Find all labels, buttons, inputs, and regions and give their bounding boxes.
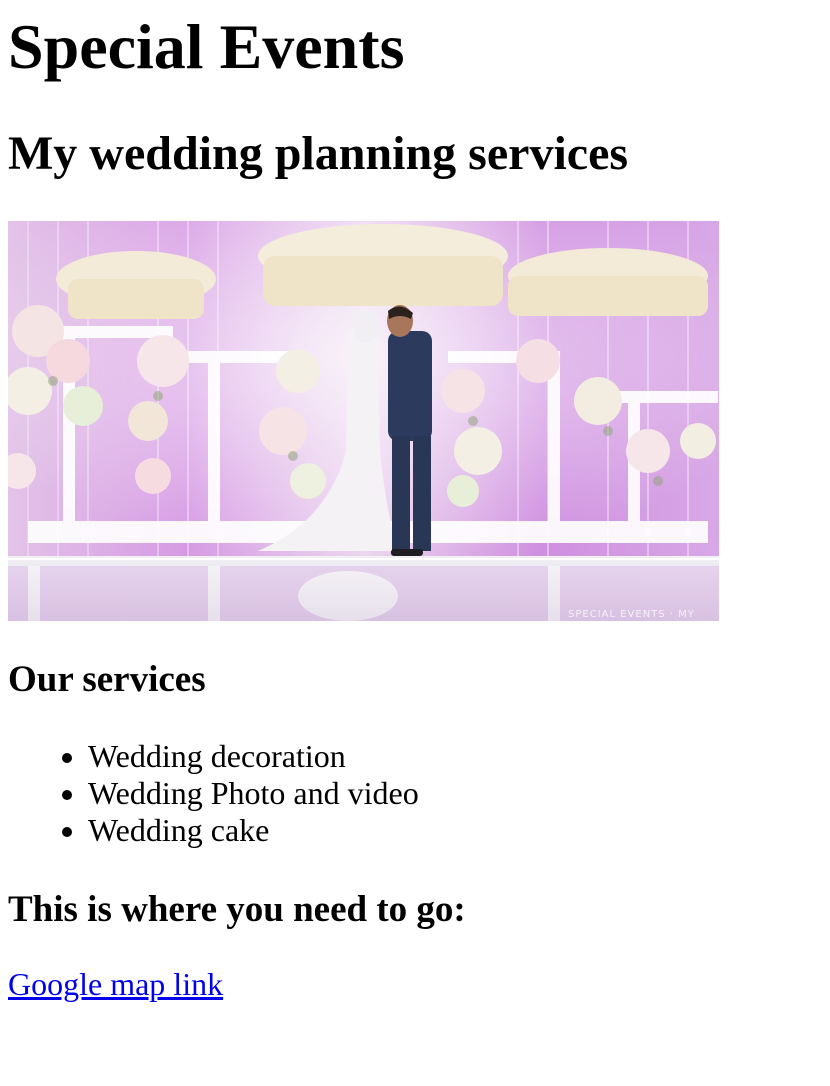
service-item-decoration: Wedding decoration (88, 738, 688, 775)
page-title: Special Events (8, 11, 405, 82)
services-list: Wedding decoration Wedding Photo and vid… (88, 738, 688, 849)
map-paragraph: Google map link (8, 966, 223, 1003)
google-map-link[interactable]: Google map link (8, 966, 223, 1002)
page-subtitle: My wedding planning services (8, 127, 629, 180)
service-item-cake: Wedding cake (88, 812, 688, 849)
services-heading: Our services (8, 659, 206, 700)
service-item-photo-video: Wedding Photo and video (88, 775, 688, 812)
location-heading: This is where you need to go: (8, 889, 466, 930)
photo-watermark: SPECIAL EVENTS · MY (568, 609, 695, 620)
wedding-photo: SPECIAL EVENTS · MY (8, 221, 719, 621)
